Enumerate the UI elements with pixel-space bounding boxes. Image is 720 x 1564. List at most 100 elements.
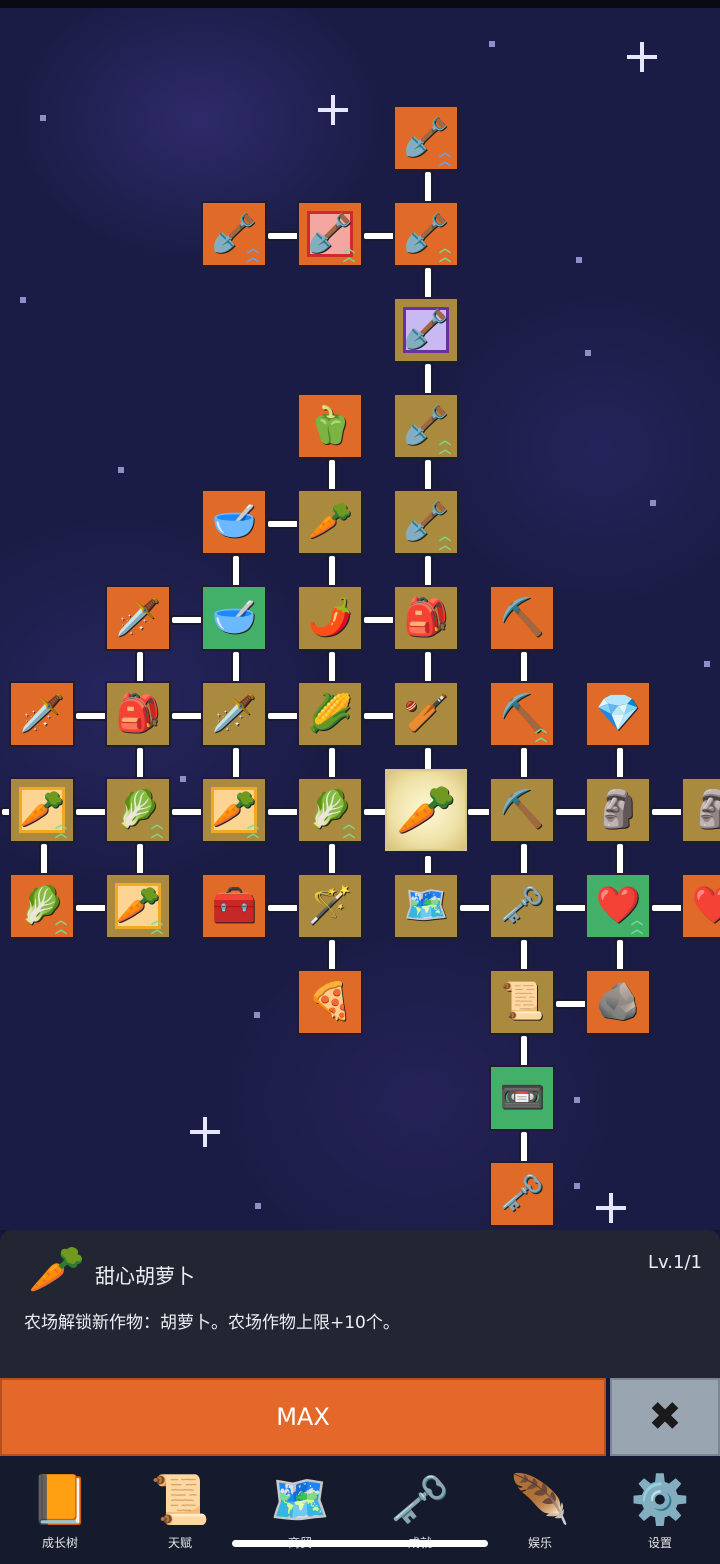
star <box>574 1183 580 1189</box>
star <box>574 1097 580 1103</box>
skill-level: Lv.1/1 <box>648 1252 702 1273</box>
skill-node-bowl[interactable]: 🥣 <box>201 489 267 555</box>
skill-icon: 🪨 <box>595 981 641 1022</box>
nav-label: 成长树 <box>41 1536 78 1550</box>
skill-node-pickaxe[interactable]: ⛏️ <box>489 585 555 651</box>
nav-item-trade[interactable]: 🗺️ 商贸 <box>240 1458 360 1564</box>
skill-node-cabbage[interactable]: 🥬 ︿ ︿ <box>105 777 171 843</box>
skill-node-shovel[interactable]: 🪏 ︿ ︿ <box>393 393 459 459</box>
skill-node-cassette[interactable]: 📼 <box>489 1065 555 1131</box>
max-button[interactable]: MAX <box>0 1378 606 1456</box>
skill-node-sword[interactable]: 🗡️ <box>9 681 75 747</box>
upgrade-arrow-icon: ︿ ︿ <box>150 817 163 840</box>
star <box>585 350 591 356</box>
upgrade-arrow-icon: ︿ ︿ <box>342 241 355 264</box>
home-indicator <box>232 1540 488 1547</box>
skill-node-pickaxe[interactable]: ⛏️ ︿ ︿ <box>489 681 555 747</box>
skill-node-shovel[interactable]: 🪏 <box>393 297 459 363</box>
skill-node-carrot[interactable]: 🥕 ︿ ︿ <box>105 873 171 939</box>
close-button[interactable]: ✖ <box>610 1378 720 1456</box>
skill-node-shovel[interactable]: 🪏 ︿ ︿ <box>201 201 267 267</box>
skill-node-bowl[interactable]: 🥣 <box>201 585 267 651</box>
nav-label: 天赋 <box>167 1536 192 1550</box>
skill-icon: 💎 <box>595 693 641 734</box>
skill-node-key[interactable]: 🗝️ <box>489 1161 555 1227</box>
nav-item-achievement[interactable]: 🗝️ 成就 <box>360 1458 480 1564</box>
nav-item-entertainment[interactable]: 🪶 娱乐 <box>480 1458 600 1564</box>
skill-node-carrot[interactable]: 🥕 ︿ ︿ <box>201 777 267 843</box>
sparkle-star <box>190 1117 220 1147</box>
close-icon: ✖ <box>648 1394 682 1440</box>
key-icon: 🗝️ <box>390 1472 450 1528</box>
skill-icon: 🗝️ <box>499 885 545 926</box>
skill-icon: 🌽 <box>307 693 353 734</box>
sparkle-star <box>596 1193 626 1223</box>
upgrade-arrow-icon: ︿ ︿ <box>54 913 67 936</box>
skill-icon: 🪏 <box>403 309 449 350</box>
skill-node-shovel[interactable]: 🪏 ︿ ︿ <box>297 201 363 267</box>
skill-icon: 🎒 <box>115 693 161 734</box>
book-icon: 📙 <box>30 1472 90 1528</box>
skill-node-carrot-selected[interactable]: 🥕 <box>385 769 467 851</box>
nav-label: 娱乐 <box>527 1536 552 1550</box>
skill-node-pizza[interactable]: 🍕 <box>297 969 363 1035</box>
skill-icon: 🥕 <box>396 782 456 838</box>
skill-icon: 🗺️ <box>403 885 449 926</box>
skill-node-chili[interactable]: 🌶️ <box>297 585 363 651</box>
skill-icon: 🌶️ <box>307 597 353 638</box>
skill-node-cabbage[interactable]: 🥬 ︿ ︿ <box>297 777 363 843</box>
upgrade-arrow-icon: ︿ ︿ <box>246 241 259 264</box>
skill-node-carrot[interactable]: 🥕 ︿ ︿ <box>9 777 75 843</box>
star <box>254 1012 260 1018</box>
skill-tree-canvas[interactable]: 🪏 ︿ ︿ 🪏 ︿ ︿ 🪏 ︿ ︿ 🪏 ︿ ︿ 🪏 🫑 🪏 ︿ ︿ 🥣 🥕 🪏 ︿ ︿ 🗡️ 🥣 🌶️ … <box>0 0 720 1230</box>
skill-node-heart[interactable]: ❤️ ︿ ︿ <box>585 873 651 939</box>
skill-icon: 🥣 <box>211 597 257 638</box>
skill-node-radish[interactable]: 🥕 <box>297 489 363 555</box>
skill-node-cabbage[interactable]: 🥬 ︿ ︿ <box>9 873 75 939</box>
skill-node-key[interactable]: 🗝️ <box>489 873 555 939</box>
upgrade-arrow-icon: ︿ ︿ <box>438 529 451 552</box>
gear-icon: ⚙️ <box>630 1472 690 1528</box>
skill-node-wand[interactable]: 🪄 <box>297 873 363 939</box>
skill-node-club[interactable]: 🏏 <box>393 681 459 747</box>
skill-node-statue[interactable]: 🗿 <box>681 777 720 843</box>
star <box>489 41 495 47</box>
skill-node-pepper[interactable]: 🫑 <box>297 393 363 459</box>
upgrade-arrow-icon: ︿ ︿ <box>246 817 259 840</box>
skill-node-sword[interactable]: 🗡️ <box>105 585 171 651</box>
skill-node-map[interactable]: 🗺️ <box>393 873 459 939</box>
upgrade-arrow-icon: ︿ ︿ <box>534 721 547 744</box>
status-bar <box>0 0 720 8</box>
star <box>650 500 656 506</box>
skill-node-shovel[interactable]: 🪏 ︿ ︿ <box>393 105 459 171</box>
skill-node-shovel[interactable]: 🪏 ︿ ︿ <box>393 489 459 555</box>
skill-icon: 🏏 <box>403 693 449 734</box>
skill-icon: 🧰 <box>211 885 257 926</box>
skill-node-shovel[interactable]: 🪏 ︿ ︿ <box>393 201 459 267</box>
nav-label: 设置 <box>647 1536 672 1550</box>
sparkle-star <box>627 42 657 72</box>
skill-node-scroll[interactable]: 📜 <box>489 969 555 1035</box>
skill-node-heart[interactable]: ❤️ <box>681 873 720 939</box>
skill-node-fossil[interactable]: 🪨 <box>585 969 651 1035</box>
skill-node-pickaxe[interactable]: ⛏️ <box>489 777 555 843</box>
upgrade-arrow-icon: ︿ ︿ <box>54 817 67 840</box>
skill-icon: 🥣 <box>211 501 257 542</box>
skill-node-corn[interactable]: 🌽 <box>297 681 363 747</box>
upgrade-arrow-icon: ︿ ︿ <box>438 145 451 168</box>
skill-node-crystal[interactable]: 💎 <box>585 681 651 747</box>
skill-icon: ⛏️ <box>499 789 545 830</box>
nav-item-talent[interactable]: 📜 天赋 <box>120 1458 240 1564</box>
upgrade-arrow-icon: ︿ ︿ <box>342 817 355 840</box>
sparkle-star <box>318 95 348 125</box>
skill-node-backpack[interactable]: 🎒 <box>393 585 459 651</box>
skill-node-sword[interactable]: 🗡️ <box>201 681 267 747</box>
star <box>180 776 186 782</box>
skill-node-backpack[interactable]: 🎒 <box>105 681 171 747</box>
scroll-icon: 📜 <box>150 1472 210 1528</box>
nav-item-settings[interactable]: ⚙️ 设置 <box>600 1458 720 1564</box>
skill-node-chest[interactable]: 🧰 <box>201 873 267 939</box>
skill-icon: 📜 <box>499 981 545 1022</box>
skill-node-statue[interactable]: 🗿 <box>585 777 651 843</box>
nav-item-growth-tree[interactable]: 📙 成长树 <box>0 1458 120 1564</box>
